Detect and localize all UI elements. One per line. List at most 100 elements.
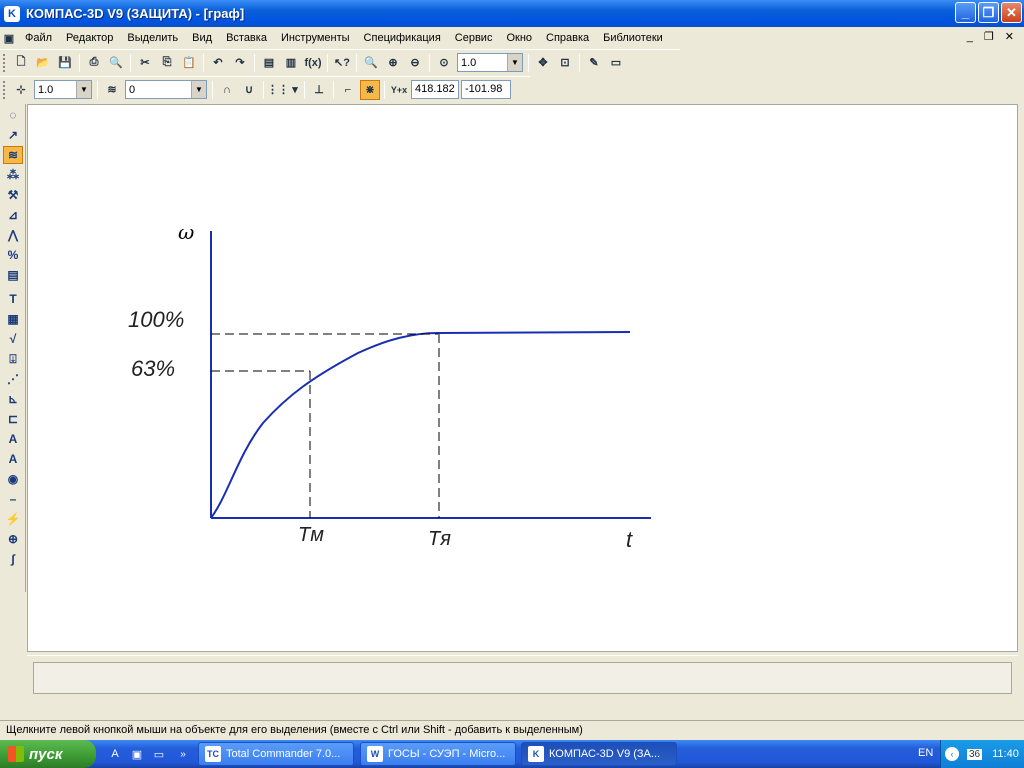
copy-icon[interactable]: ⎘	[157, 53, 177, 73]
chevron-down-icon[interactable]: ▼	[191, 81, 206, 98]
parametrization-icon[interactable]: ⚒	[3, 186, 23, 204]
snap-magnet-alt-icon[interactable]: ∪	[239, 80, 259, 100]
print-icon[interactable]: ⎙	[84, 53, 104, 73]
manager-icon[interactable]: ▤	[259, 53, 279, 73]
snap-magnet-icon[interactable]: ∩	[217, 80, 237, 100]
pan-icon[interactable]: ✥	[533, 53, 553, 73]
parametric-mode-icon[interactable]: ⋇	[360, 79, 380, 100]
save-icon[interactable]: 💾	[55, 53, 75, 73]
variables-icon[interactable]: ▥	[281, 53, 301, 73]
menu-libraries[interactable]: Библиотеки	[596, 27, 670, 49]
wavy-line-icon[interactable]: ∫	[3, 550, 23, 568]
chevron-down-icon[interactable]: ▾	[290, 80, 300, 100]
start-button[interactable]: пуск	[0, 740, 96, 768]
axis-line-icon[interactable]: –	[3, 490, 23, 508]
taskbar: пуск A ▣ ▭ » TC Total Commander 7.0... W…	[0, 740, 1024, 768]
zoom-scale-icon[interactable]: ⊙	[434, 53, 454, 73]
menu-insert[interactable]: Вставка	[219, 27, 274, 49]
step-cursor-icon[interactable]: ⊹	[11, 80, 31, 100]
coord-x-field[interactable]: 418.182	[411, 80, 459, 99]
chevron-down-icon[interactable]: ▼	[76, 81, 91, 98]
quicklaunch-more-icon[interactable]: »	[174, 745, 192, 763]
edit-icon[interactable]: ⁂	[3, 166, 23, 184]
leader-icon[interactable]: ⋰	[3, 370, 23, 388]
quicklaunch-desktop-icon[interactable]: ▭	[150, 745, 168, 763]
report-icon[interactable]: ▤	[3, 266, 23, 284]
quicklaunch-avast-icon[interactable]: A	[106, 745, 124, 763]
spec-icon[interactable]: %	[3, 246, 23, 264]
redo-icon[interactable]: ↷	[230, 53, 250, 73]
view-arrow-icon[interactable]: A	[3, 450, 23, 468]
menu-help[interactable]: Справка	[539, 27, 596, 49]
restore-button[interactable]: ❐	[978, 2, 999, 23]
measure-icon[interactable]: ⊿	[3, 206, 23, 224]
fit-view-icon[interactable]: ⊡	[555, 53, 575, 73]
task-kompas[interactable]: K КОМПАС-3D V9 (ЗА...	[521, 742, 677, 766]
zoom-out-icon[interactable]: ⊖	[405, 53, 425, 73]
menu-edit[interactable]: Редактор	[59, 27, 120, 49]
base-icon[interactable]: ⍗	[3, 350, 23, 368]
undo-icon[interactable]: ↶	[208, 53, 228, 73]
table-icon[interactable]: ▦	[3, 310, 23, 328]
print-preview-icon[interactable]: 🔍	[106, 53, 126, 73]
y-axis-label: ω	[178, 220, 194, 244]
grid-icon[interactable]: ⋮⋮	[267, 80, 289, 100]
open-folder-icon[interactable]: 📂	[33, 53, 53, 73]
zoom-scale-value: 1.0	[461, 56, 477, 69]
zigzag-icon[interactable]: ⚡	[3, 510, 23, 528]
function-icon[interactable]: f(x)	[303, 53, 323, 73]
label-tya: Tя	[428, 528, 451, 550]
menu-select[interactable]: Выделить	[120, 27, 185, 49]
text-icon[interactable]: T	[3, 290, 23, 308]
center-mark-icon[interactable]: ⊕	[3, 530, 23, 548]
task-word-document[interactable]: W ГОСЫ - СУЭП - Micro...	[360, 742, 516, 766]
wave-icon[interactable]: ◉	[3, 470, 23, 488]
ortho-mode-icon[interactable]: ⌐	[338, 80, 358, 100]
document-icon[interactable]: ▣	[1, 28, 17, 48]
select-icon[interactable]: ⋀	[3, 226, 23, 244]
toolbar-grip[interactable]	[3, 53, 6, 72]
position-icon[interactable]: ⊾	[3, 390, 23, 408]
symbols-icon[interactable]: ≋	[3, 146, 23, 164]
menu-tools[interactable]: Инструменты	[274, 27, 357, 49]
minimize-button[interactable]: _	[955, 2, 976, 23]
geometry-icon[interactable]: ◌	[3, 106, 23, 124]
zoom-in-icon[interactable]: ⊕	[383, 53, 403, 73]
drawing-canvas[interactable]: ω 100% 63% Tм Tя t	[27, 104, 1018, 652]
menu-specification[interactable]: Спецификация	[357, 27, 448, 49]
layer-select[interactable]: 0 ▼	[125, 80, 207, 99]
dimensions-icon[interactable]: ↗	[3, 126, 23, 144]
kompas-icon[interactable]: K	[4, 5, 20, 22]
display-icon[interactable]: ▭	[606, 53, 626, 73]
zoom-scale-select[interactable]: 1.0 ▼	[457, 53, 523, 72]
tolerance-icon[interactable]: ⊏	[3, 410, 23, 428]
close-button[interactable]: ✕	[1001, 2, 1022, 23]
local-cs-icon[interactable]: ⊥	[309, 80, 329, 100]
task-label: КОМПАС-3D V9 (ЗА...	[549, 748, 661, 760]
tray-expand-icon[interactable]: ‹	[945, 747, 959, 761]
cursor-step-select[interactable]: 1.0 ▼	[34, 80, 92, 99]
document-window-controls[interactable]: _ ❐ ✕	[967, 30, 1018, 43]
language-indicator[interactable]: EN	[918, 747, 933, 759]
coord-y-field[interactable]: -101.98	[461, 80, 511, 99]
label-tm: Tм	[298, 524, 324, 546]
chevron-down-icon[interactable]: ▼	[507, 54, 522, 71]
toolbar-grip[interactable]	[3, 80, 6, 99]
menu-file[interactable]: Файл	[18, 27, 59, 49]
help-pointer-icon[interactable]: ↖?	[332, 53, 352, 73]
quicklaunch-app-icon[interactable]: ▣	[128, 745, 146, 763]
menu-service[interactable]: Сервис	[448, 27, 500, 49]
new-document-icon[interactable]: 🗋	[11, 53, 31, 73]
layers-icon[interactable]: ≋	[102, 80, 122, 100]
menu-view[interactable]: Вид	[185, 27, 219, 49]
properties-panel-area[interactable]	[33, 662, 1012, 694]
cut-line-icon[interactable]: A	[3, 430, 23, 448]
zoom-icon[interactable]: 🔍	[361, 53, 381, 73]
tray-app-icon[interactable]: 36	[967, 748, 983, 760]
task-total-commander[interactable]: TC Total Commander 7.0...	[198, 742, 354, 766]
roughness-icon[interactable]: √	[3, 330, 23, 348]
paste-icon[interactable]: 📋	[179, 53, 199, 73]
cut-icon[interactable]: ✂	[135, 53, 155, 73]
menu-window[interactable]: Окно	[499, 27, 539, 49]
redraw-icon[interactable]: ✎	[584, 53, 604, 73]
